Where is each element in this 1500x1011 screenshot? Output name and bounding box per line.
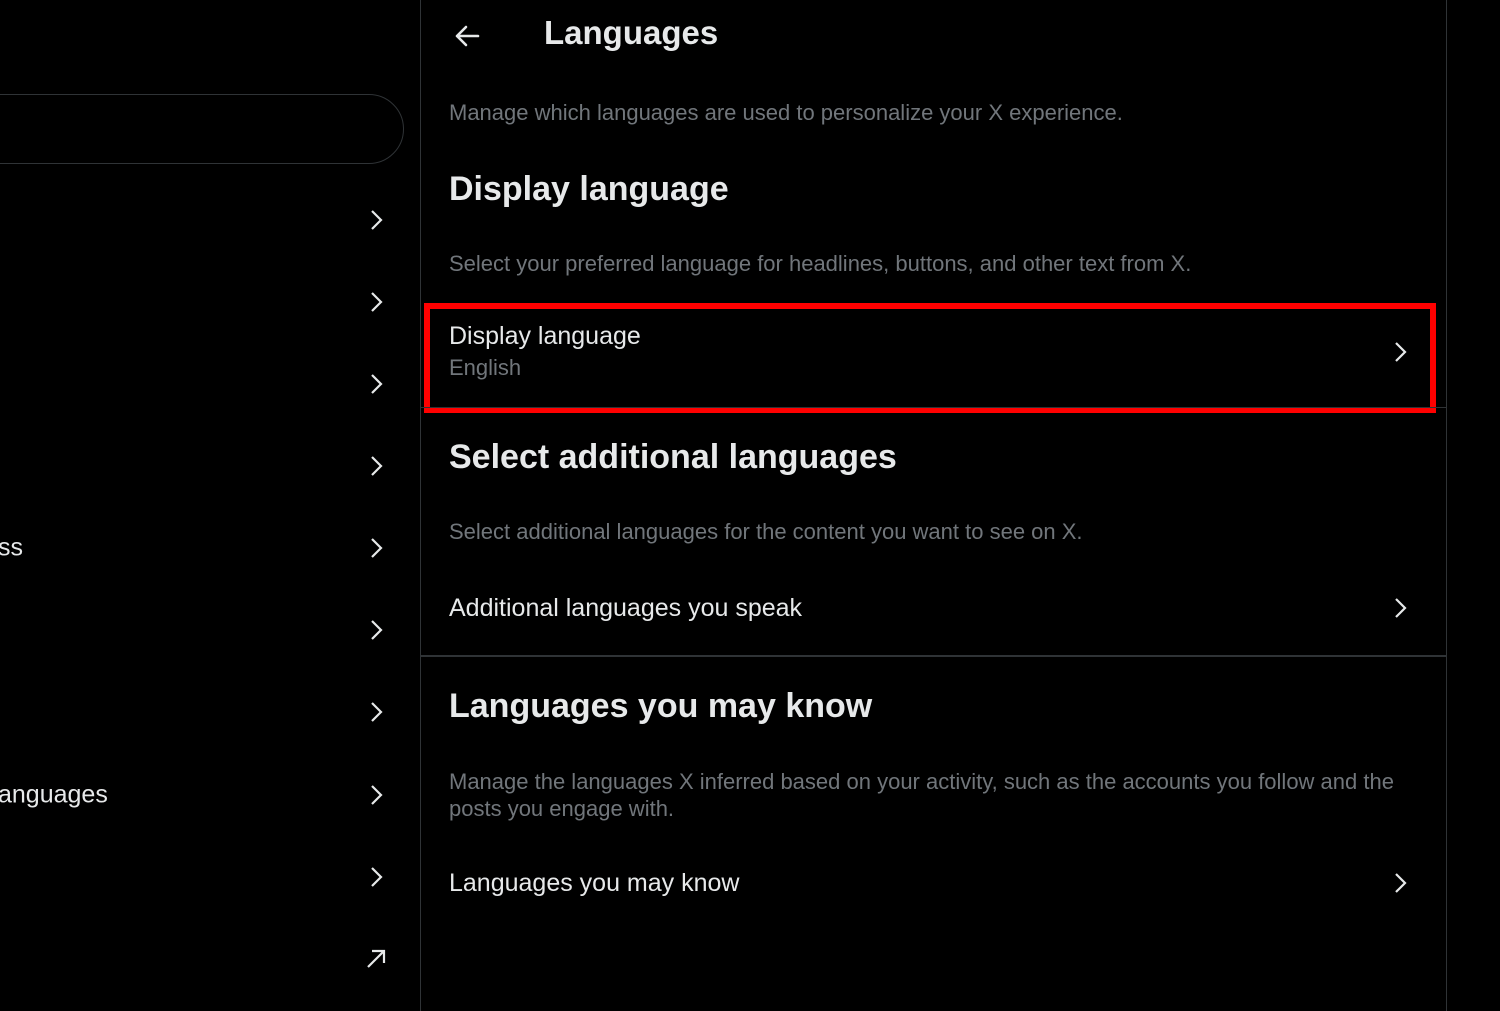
settings-search-input[interactable] [0,94,404,164]
chevron-right-icon [364,454,388,478]
chevron-right-icon [364,290,388,314]
languages-may-know-heading: Languages you may know [449,687,873,725]
settings-nav: ss anguages [0,0,420,1011]
chevron-right-icon [364,618,388,642]
languages-may-know-row-title: Languages you may know [449,869,740,897]
settings-nav-item-9[interactable] [0,836,420,918]
settings-nav-item-6[interactable] [0,589,420,671]
chevron-right-icon [364,536,388,560]
settings-nav-item-7[interactable] [0,671,420,753]
settings-nav-item-languages[interactable]: anguages [0,754,420,836]
languages-may-know-description: Manage the languages X inferred based on… [449,769,1394,821]
external-link-icon [364,947,388,971]
settings-nav-item-label: anguages [0,780,108,809]
additional-languages-description: Select additional languages for the cont… [449,519,1083,544]
settings-nav-item-2[interactable] [0,261,420,343]
additional-languages-heading: Select additional languages [449,438,897,476]
additional-languages-row-title: Additional languages you speak [449,594,803,622]
section-divider [421,407,1446,408]
arrow-left-icon [452,21,482,51]
column-divider [1446,0,1447,1011]
chevron-right-icon [1388,871,1412,895]
chevron-right-icon [364,783,388,807]
back-button[interactable] [447,16,487,56]
settings-nav-item-3[interactable] [0,343,420,425]
chevron-right-icon [364,865,388,889]
chevron-right-icon [364,372,388,396]
languages-panel: Languages Manage which languages are use… [421,0,1446,1011]
chevron-right-icon [364,208,388,232]
section-divider [421,655,1446,657]
settings-nav-item-4[interactable] [0,425,420,507]
settings-nav-item-external[interactable] [0,918,420,1000]
panel-header: Languages [421,0,1446,70]
display-language-heading: Display language [449,170,729,208]
chevron-right-icon [364,700,388,724]
highlight-box [424,303,1436,413]
additional-languages-row[interactable]: Additional languages you speak [421,570,1446,646]
chevron-right-icon [1388,596,1412,620]
intro-text: Manage which languages are used to perso… [449,100,1123,125]
settings-nav-item-5[interactable]: ss [0,507,420,589]
languages-may-know-row[interactable]: Languages you may know [421,845,1446,921]
page-title: Languages [544,14,719,51]
settings-nav-item-1[interactable] [0,179,420,261]
settings-nav-item-label: ss [0,533,23,562]
display-language-description: Select your preferred language for headl… [449,251,1192,276]
